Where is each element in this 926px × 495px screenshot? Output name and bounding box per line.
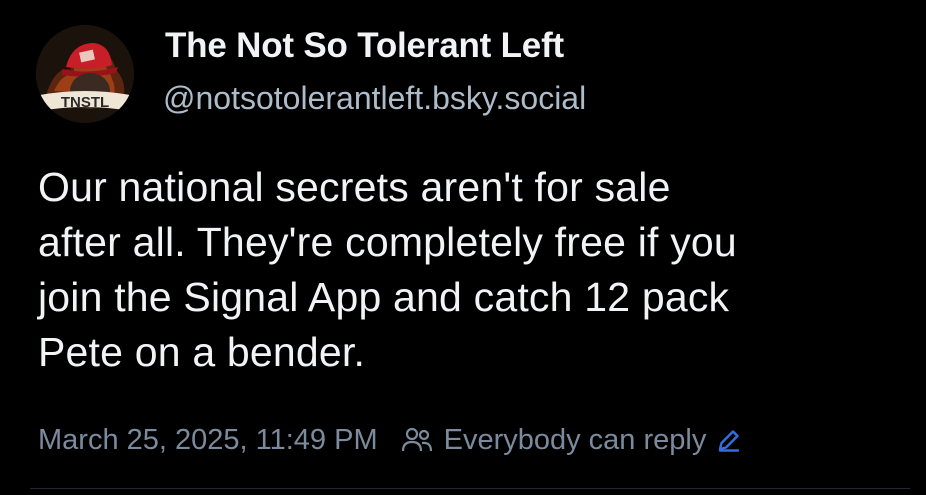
post-timestamp[interactable]: March 25, 2025, 11:49 PM bbox=[38, 424, 378, 457]
bottom-divider bbox=[30, 488, 910, 489]
avatar[interactable]: TNSTL bbox=[36, 25, 134, 123]
author-display-name[interactable]: The Not So Tolerant Left bbox=[165, 26, 564, 66]
people-icon bbox=[400, 425, 434, 455]
post-body-text: Our national secrets aren't for sale aft… bbox=[38, 164, 737, 375]
post-card: TNSTL The Not So Tolerant Left @notsotol… bbox=[0, 0, 926, 495]
post-meta-row: March 25, 2025, 11:49 PM Everybody can r… bbox=[38, 420, 742, 460]
reply-setting-label[interactable]: Everybody can reply bbox=[444, 424, 707, 457]
pencil-icon[interactable] bbox=[716, 427, 742, 453]
author-handle[interactable]: @notsotolerantleft.bsky.social bbox=[163, 80, 586, 117]
avatar-image-icon: TNSTL bbox=[36, 25, 134, 123]
avatar-logo-text: TNSTL bbox=[61, 94, 109, 111]
